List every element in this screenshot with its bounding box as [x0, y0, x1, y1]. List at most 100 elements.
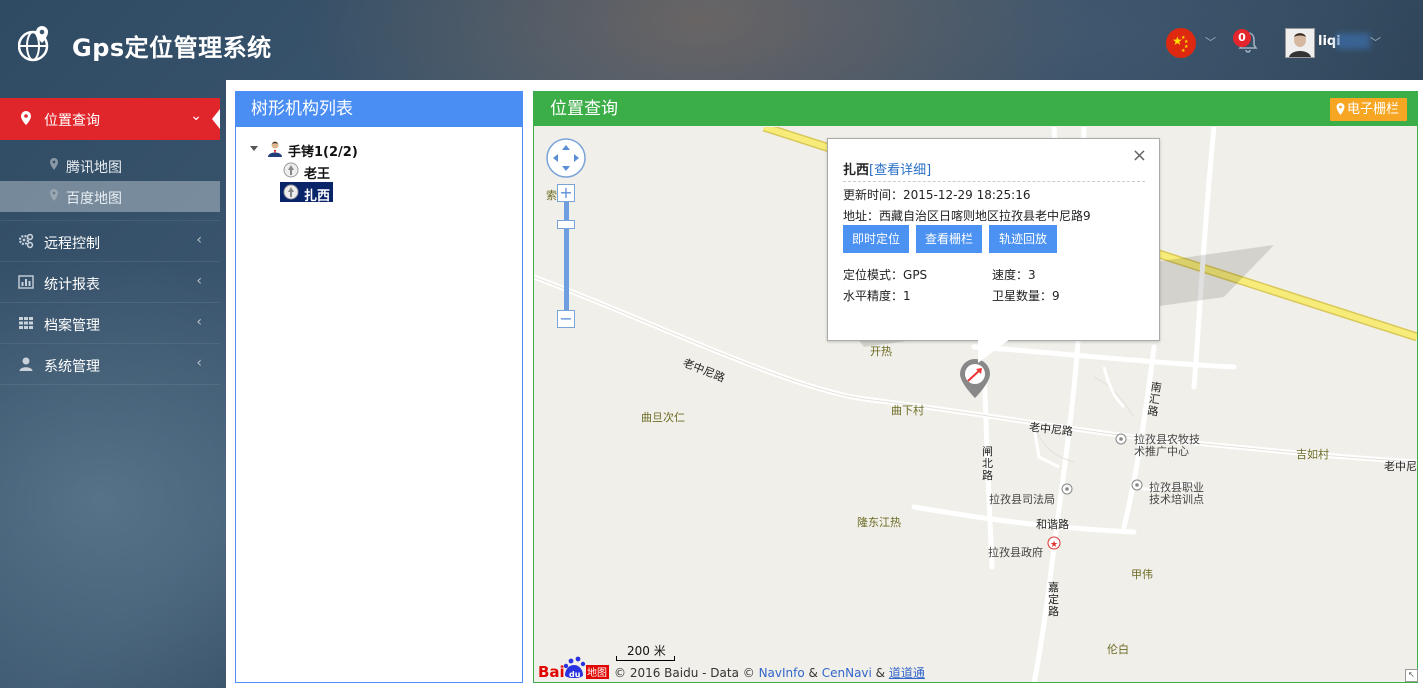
- zoom-in-button[interactable]: +: [557, 184, 575, 202]
- user-name-redaction: [1336, 33, 1370, 49]
- active-indicator: [212, 109, 220, 129]
- precision-value: 1: [903, 289, 911, 303]
- china-flag-icon[interactable]: ★ ★ ★ ★ ★: [1166, 28, 1196, 58]
- horizontal-precision: 水平精度：1: [843, 287, 911, 304]
- update-time-row: 更新时间：2015-12-29 18:25:16: [843, 186, 1030, 203]
- device-status-icon: [283, 184, 299, 200]
- zoom-slider-handle[interactable]: [557, 220, 575, 229]
- map-road-label: 和谐路: [1036, 518, 1069, 531]
- locate-now-button[interactable]: 即时定位: [843, 225, 909, 253]
- view-details-link[interactable]: [查看详细]: [869, 163, 931, 178]
- update-time-value: 2015-12-29 18:25:16: [903, 188, 1031, 202]
- tree-node-device[interactable]: 老王: [304, 163, 330, 182]
- sidebar-subitem-label: 腾讯地图: [66, 160, 122, 176]
- sidebar-item-label: 档案管理: [44, 318, 100, 334]
- address-label: 地址：: [843, 209, 880, 223]
- satellite-count: 卫星数量：9: [992, 287, 1060, 304]
- map-poi-label: 拉孜县政府: [988, 546, 1043, 559]
- update-time-label: 更新时间：: [843, 188, 904, 202]
- zoom-out-button[interactable]: −: [557, 310, 575, 328]
- language-chevron-icon[interactable]: ﹀: [1205, 34, 1216, 50]
- map-label: 甲伟: [1131, 568, 1153, 581]
- sidebar-subitem-label: 百度地图: [66, 191, 122, 207]
- map-resize-icon[interactable]: ↖: [1405, 669, 1418, 682]
- chevron-down-icon: ⌄: [190, 108, 202, 124]
- svg-text:★: ★: [1050, 540, 1058, 550]
- address-value: 西藏自治区日喀则地区拉孜县老中尼路9: [879, 209, 1091, 223]
- divider: [843, 181, 1145, 182]
- positioning-mode-value: GPS: [903, 268, 928, 282]
- svg-text:Bai: Bai: [538, 663, 565, 681]
- sidebar-subitem-tencent-map[interactable]: 腾讯地图: [0, 150, 220, 181]
- cennavi-link[interactable]: CenNavi: [822, 666, 872, 680]
- panel-header: 位置查询 电子栅栏: [534, 92, 1417, 126]
- popup-pointer: [978, 339, 1010, 363]
- map-marker-icon: [50, 158, 58, 170]
- baidu-map-logo: Bai du 地图: [538, 656, 609, 681]
- sidebar-subitem-baidu-map[interactable]: 百度地图: [0, 181, 220, 212]
- navinfo-link[interactable]: NavInfo: [759, 666, 805, 680]
- svg-text:du: du: [569, 670, 581, 679]
- map-label: 伦白: [1107, 643, 1129, 656]
- address-row: 地址：西藏自治区日喀则地区拉孜县老中尼路9: [843, 207, 1091, 224]
- sidebar-item-archives[interactable]: 档案管理 ‹: [0, 303, 220, 344]
- map-poi-label: 拉孜县司法局: [989, 493, 1055, 506]
- view-fence-button[interactable]: 查看栅栏: [916, 225, 982, 253]
- map-road-label: 嘉定路: [1048, 581, 1059, 618]
- app-title: Gps定位管理系统: [72, 34, 272, 62]
- svg-text:地图: 地图: [587, 666, 607, 679]
- map-marker-icon: [21, 111, 31, 125]
- sidebar-item-location-query[interactable]: 位置查询 ⌄: [0, 98, 220, 140]
- geofence-button-label: 电子栅栏: [1346, 102, 1399, 117]
- geofence-button[interactable]: 电子栅栏: [1329, 98, 1407, 121]
- chevron-left-icon: ‹: [196, 232, 202, 248]
- user-menu-chevron-icon[interactable]: ﹀: [1370, 34, 1381, 50]
- tree-expand-toggle-icon[interactable]: [250, 146, 258, 151]
- copyright-separator: &: [804, 666, 822, 680]
- notification-badge: 0: [1233, 29, 1251, 47]
- map-label: 吉如村: [1296, 448, 1329, 461]
- speed: 速度：3: [992, 266, 1036, 283]
- zoom-slider-track[interactable]: [564, 202, 569, 310]
- sidebar-item-statistics[interactable]: 统计报表 ‹: [0, 262, 220, 303]
- map-road-label: 闸北路: [982, 445, 993, 482]
- map-poi-label: 拉孜县职业技术培训点: [1149, 481, 1204, 506]
- speed-value: 3: [1028, 268, 1036, 282]
- device-info-popup: × 扎西[查看详细] 更新时间：2015-12-29 18:25:16 地址：西…: [827, 138, 1160, 341]
- close-icon[interactable]: ×: [1132, 145, 1147, 166]
- top-header: Gps定位管理系统 ★ ★ ★ ★ ★ ﹀ 0 liqi ﹀: [0, 0, 1423, 80]
- track-playback-button[interactable]: 轨迹回放: [989, 225, 1057, 253]
- chevron-left-icon: ‹: [196, 355, 202, 371]
- grid-icon: [19, 317, 33, 329]
- gears-icon: [18, 233, 34, 249]
- map-poi-label: 拉孜县农牧技术推广中心: [1134, 433, 1200, 458]
- globe-pin-icon: [18, 26, 49, 62]
- chevron-left-icon: ‹: [196, 273, 202, 289]
- positioning-mode-label: 定位模式：: [843, 268, 904, 282]
- org-tree-panel: 树形机构列表: [235, 91, 523, 683]
- tree-node-device-selected[interactable]: 扎西: [304, 185, 330, 204]
- avatar[interactable]: [1285, 28, 1315, 58]
- copyright-text: © 2016 Baidu - Data ©: [614, 666, 759, 680]
- popup-title: 扎西[查看详细]: [843, 159, 931, 178]
- sidebar: 位置查询 ⌄ 腾讯地图 百度地图 远程控制 ‹ 统计报表 ‹ 档案管理 ‹ 系统…: [0, 98, 220, 385]
- user-icon: [19, 357, 33, 371]
- map-road-label: 老中尼: [1384, 460, 1417, 473]
- map-marker-icon: [50, 189, 58, 201]
- device-status-icon: [283, 162, 299, 178]
- map-label: 隆东江热: [857, 516, 901, 529]
- panel-title: 位置查询: [550, 99, 618, 119]
- bar-chart-icon: [18, 275, 34, 289]
- precision-label: 水平精度：: [843, 289, 904, 303]
- map-pan-control[interactable]: [546, 138, 586, 182]
- map-label: 开热: [870, 345, 892, 358]
- daodaotong-link[interactable]: 道道通: [889, 666, 925, 680]
- sidebar-item-remote-control[interactable]: 远程控制 ‹: [0, 221, 220, 262]
- tree-node-root[interactable]: 手铐1(2/2): [288, 141, 358, 160]
- map-marker-icon: [1336, 103, 1345, 115]
- positioning-mode: 定位模式：GPS: [843, 266, 927, 283]
- user-photo-icon: [1286, 29, 1314, 57]
- sidebar-item-system-admin[interactable]: 系统管理 ‹: [0, 344, 220, 385]
- speed-label: 速度：: [992, 268, 1029, 282]
- person-icon: [268, 141, 282, 157]
